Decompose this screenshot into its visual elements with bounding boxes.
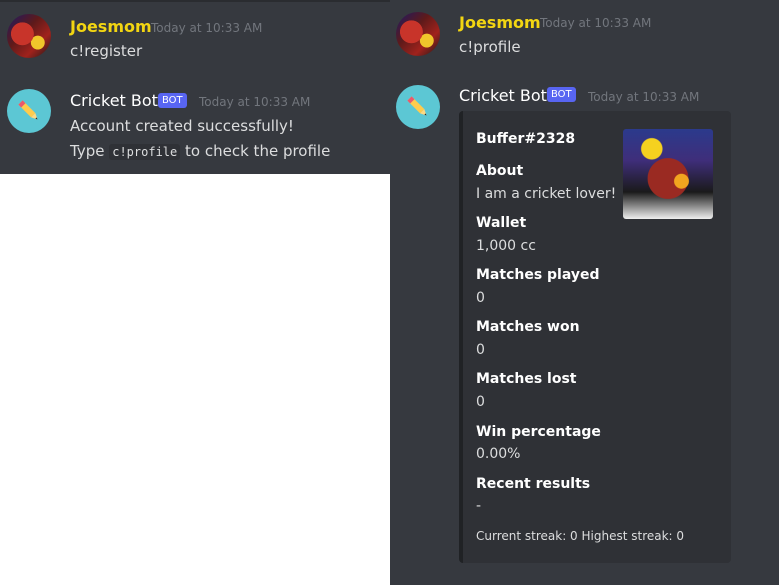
text-rest: to check the profile <box>185 142 331 160</box>
field-won-value: 0 <box>476 342 485 358</box>
profile-embed: Buffer#2328 About I am a cricket lover! … <box>459 111 731 563</box>
field-won-name: Matches won <box>476 319 580 335</box>
pencil-icon <box>18 100 38 120</box>
bot-badge: BOT <box>547 87 576 102</box>
user-avatar[interactable] <box>7 14 51 58</box>
timestamp: Today at 10:33 AM <box>199 95 311 109</box>
username[interactable]: Joesmom <box>70 17 152 36</box>
inline-code: c!profile <box>109 144 181 160</box>
field-winpct-name: Win percentage <box>476 424 601 440</box>
field-lost-name: Matches lost <box>476 371 577 387</box>
field-recent-value: - <box>476 498 482 514</box>
field-played-name: Matches played <box>476 267 600 283</box>
blank-area <box>0 174 390 585</box>
message-text: c!register <box>70 42 143 60</box>
field-wallet-value: 1,000 cc <box>476 238 536 254</box>
field-wallet-name: Wallet <box>476 215 527 231</box>
bot-badge: BOT <box>158 93 187 108</box>
field-about-name: About <box>476 163 524 179</box>
timestamp: Today at 10:33 AM <box>540 16 652 30</box>
bot-username[interactable]: Cricket Bot <box>70 91 158 110</box>
message-text-line2: Type c!profile to check the profile <box>70 142 330 160</box>
field-played-value: 0 <box>476 290 485 306</box>
left-chat-panel: Joesmom Today at 10:33 AM c!register Cri… <box>0 0 390 174</box>
field-recent-name: Recent results <box>476 476 591 492</box>
message-text-line1: Account created successfully! <box>70 117 294 135</box>
bot-avatar[interactable] <box>396 85 440 129</box>
pencil-icon <box>407 96 427 116</box>
field-lost-value: 0 <box>476 394 485 410</box>
field-winpct-value: 0.00% <box>476 446 521 462</box>
bot-avatar[interactable] <box>7 89 51 133</box>
embed-title: Buffer#2328 <box>476 131 576 147</box>
timestamp: Today at 10:33 AM <box>151 21 263 35</box>
right-chat-panel: Joesmom Today at 10:33 AM c!profile Cric… <box>390 0 779 585</box>
field-about-value: I am a cricket lover! <box>476 186 617 202</box>
timestamp: Today at 10:33 AM <box>588 90 700 104</box>
embed-footer: Current streak: 0 Highest streak: 0 <box>476 529 685 543</box>
user-avatar[interactable] <box>396 12 440 56</box>
message-text: c!profile <box>459 38 521 56</box>
text-type: Type <box>70 142 105 160</box>
bot-username[interactable]: Cricket Bot <box>459 86 547 105</box>
embed-thumbnail[interactable] <box>623 129 713 219</box>
username[interactable]: Joesmom <box>459 13 541 32</box>
